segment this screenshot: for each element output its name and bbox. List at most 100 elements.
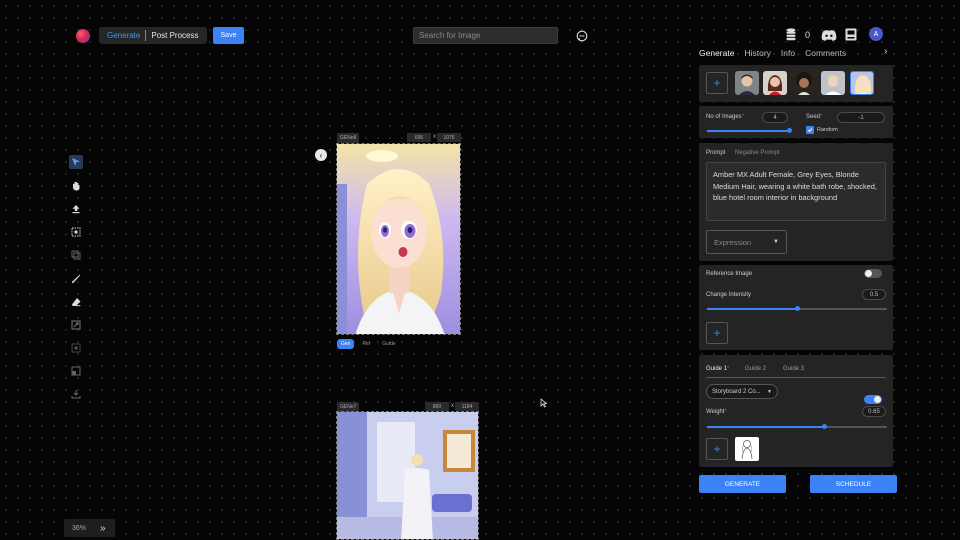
generate-button[interactable]: GENERATE (699, 475, 786, 493)
brush-icon (72, 274, 81, 283)
cursor-tool[interactable] (69, 155, 83, 169)
num-images-slider-fill (707, 130, 789, 132)
tab-history[interactable]: History (744, 48, 770, 58)
database-icon[interactable] (786, 28, 796, 41)
seed-label: Seed* (806, 114, 823, 120)
seed-field[interactable]: -1 (837, 112, 885, 123)
cursor-icon (72, 158, 80, 166)
check-icon (807, 128, 813, 133)
anime-woman-portrait-image (337, 144, 460, 334)
reference-image-toggle[interactable] (864, 269, 882, 278)
eraser-tool[interactable] (69, 295, 83, 309)
guide-tab-3[interactable]: Guide 3 (783, 366, 804, 372)
guide-tabs-divider (706, 377, 886, 378)
toggle-knob (874, 396, 881, 403)
discord-icon[interactable] (821, 29, 837, 41)
image-label: GENe8 (337, 133, 360, 143)
negative-prompt-tab[interactable]: Negative Prompt (735, 150, 780, 156)
tab-info[interactable]: Info (781, 48, 795, 58)
image-width-field[interactable]: 800 (425, 402, 449, 411)
mode-switch[interactable]: Generate Post Process (99, 27, 207, 44)
mouse-cursor-icon (540, 398, 548, 408)
tab-gen[interactable]: Gen (337, 339, 355, 349)
expression-placeholder: Expression (714, 237, 752, 247)
credits-count: 0 (805, 30, 811, 40)
expand-tool[interactable] (69, 341, 83, 355)
select-region-tool[interactable] (69, 225, 83, 239)
mode-generate-tab[interactable]: Generate (107, 31, 140, 40)
weight-slider-fill (707, 426, 824, 428)
resize-tool[interactable] (69, 318, 83, 332)
character-avatar[interactable] (735, 71, 759, 95)
random-checkbox[interactable] (806, 126, 814, 134)
hand-tool[interactable] (69, 179, 83, 193)
guide-tab-1[interactable]: Guide 1* (706, 366, 729, 372)
weight-label: Weight* (706, 409, 727, 415)
character-avatar[interactable] (763, 71, 787, 95)
change-intensity-slider-fill (707, 308, 797, 310)
tab-ref[interactable]: Ref (358, 339, 374, 349)
mask-tool[interactable] (69, 364, 83, 378)
weight-slider-knob[interactable] (821, 424, 827, 429)
generated-image-1[interactable] (336, 143, 461, 335)
weight-field[interactable]: 0.65 (862, 406, 886, 417)
double-chevron-right-icon[interactable]: » (100, 523, 106, 534)
chevron-right-icon[interactable]: › (884, 46, 887, 57)
tab-guide[interactable]: Guide (378, 339, 399, 349)
brush-tool[interactable] (69, 272, 83, 286)
app-logo (76, 29, 90, 43)
image-height-field[interactable]: 1076 (437, 133, 461, 142)
image-width-field[interactable]: 696 (407, 133, 431, 142)
zoom-control[interactable]: 36% » (64, 519, 115, 537)
book-icon[interactable] (845, 28, 857, 41)
guide-toggle[interactable] (864, 395, 882, 404)
tab-comments[interactable]: Comments (805, 48, 846, 58)
upload-icon (72, 205, 80, 214)
guide-tab-2[interactable]: Guide 2 (745, 366, 766, 372)
add-guide-image-button[interactable]: + (706, 438, 728, 460)
save-button[interactable]: Save (213, 27, 244, 44)
search-input[interactable] (413, 27, 558, 44)
tab-generate[interactable]: Generate (699, 48, 734, 58)
schedule-button[interactable]: SCHEDULE (810, 475, 897, 493)
hand-icon (73, 182, 80, 191)
panel-tabs: Generate History Info Comments (699, 48, 846, 58)
guide-sketch-thumbnail[interactable] (735, 437, 759, 461)
chat-icon[interactable] (576, 30, 588, 42)
download-icon (71, 390, 81, 399)
generated-image-2[interactable] (336, 411, 479, 540)
upload-tool[interactable] (69, 202, 83, 216)
character-avatar-selected[interactable] (850, 71, 874, 95)
num-images-label: No of Images* (706, 114, 745, 120)
prompt-tab[interactable]: Prompt (706, 150, 725, 156)
num-images-slider-knob[interactable] (786, 128, 792, 133)
sketch-figure-image (741, 440, 753, 460)
eraser-icon (71, 298, 81, 307)
num-images-field[interactable]: 4 (762, 112, 788, 123)
change-intensity-slider-knob[interactable] (794, 306, 800, 311)
caret-down-icon: ▼ (773, 239, 779, 245)
character-avatar[interactable] (821, 71, 845, 95)
collapse-arrow-button[interactable]: ‹ (315, 149, 327, 161)
change-intensity-field[interactable]: 0.5 (862, 289, 886, 300)
caret-down-icon: ▼ (767, 388, 772, 395)
add-character-button[interactable]: + (706, 72, 728, 94)
select-region-icon (71, 227, 81, 237)
add-reference-image-button[interactable]: + (706, 322, 728, 344)
user-avatar[interactable]: A (869, 27, 883, 41)
image-view-tabs: Gen Ref Guide (337, 339, 400, 349)
mode-postprocess-tab[interactable]: Post Process (151, 31, 198, 40)
expression-dropdown[interactable]: Expression ▼ (706, 230, 787, 254)
download-tool[interactable] (69, 387, 83, 401)
resize-icon (71, 320, 81, 330)
mask-icon (71, 366, 81, 376)
layers-tool[interactable] (69, 248, 83, 262)
guide-type-dropdown[interactable]: Storyboard 2 Co... ▼ (706, 384, 778, 399)
prompt-textarea[interactable]: Amber MX Adult Female, Grey Eyes, Blonde… (706, 162, 886, 221)
change-intensity-label: Change Intensity (706, 292, 752, 298)
hotel-room-scene-image (337, 412, 478, 539)
image-height-field[interactable]: 1184 (455, 402, 479, 411)
dimension-separator: x (451, 403, 454, 409)
mode-divider (145, 30, 147, 41)
character-avatar[interactable] (792, 71, 816, 95)
